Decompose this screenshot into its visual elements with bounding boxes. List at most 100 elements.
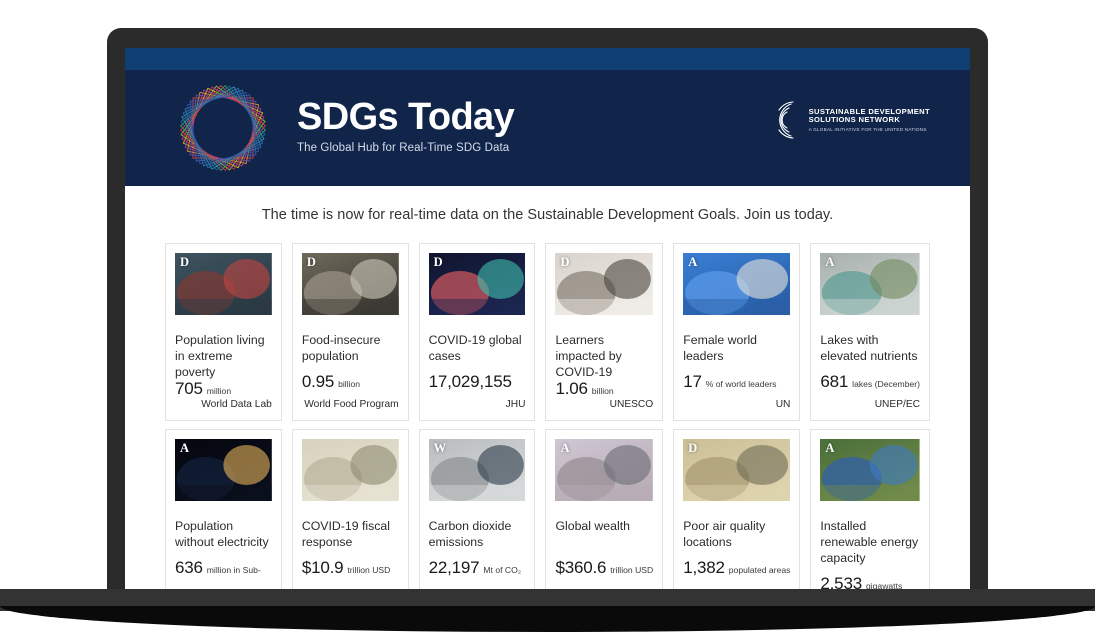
card-title: Learners impacted by COVID-19 [555,333,622,379]
card-title: Global wealth [555,519,630,533]
card-value: 22,197 [428,558,480,577]
stat-card[interactable]: A Population without electricity 636 mil… [165,429,282,590]
stat-card[interactable]: D COVID-19 global cases 17,029,155 JHU [418,243,536,421]
card-value: 0.95 [301,372,335,391]
card-value: 2,533 [820,573,862,590]
card-unit: billion [591,386,614,396]
card-category-badge: A [560,441,570,455]
stat-card-grid: D Population living in extreme poverty 7… [165,243,930,590]
card-value: 1.06 [555,379,588,398]
card-value-row: 17,029,155 [429,372,526,392]
card-value-row: 705 million [175,379,272,399]
card-title: COVID-19 fiscal response [301,519,390,549]
card-source: UNEP/EC [874,399,920,410]
card-thumbnail: D [683,439,791,501]
site-navbar[interactable] [125,48,970,70]
card-thumbnail: W [428,439,526,501]
stat-card[interactable]: A Female world leaders 17 % of world lea… [673,243,801,421]
card-title: Carbon dioxide emissions [428,519,512,549]
card-category-badge: D [560,255,570,269]
card-value: 17,029,155 [428,372,512,391]
sdsn-tagline: A GLOBAL INITIATIVE FOR THE UNITED NATIO… [808,127,927,133]
card-source: World Food Program [304,399,399,410]
card-unit: % of world leaders [705,379,777,389]
card-category-badge: A [825,255,835,269]
card-thumbnail: D [555,253,654,315]
card-category-badge: W [433,441,447,455]
card-unit: populated areas [728,565,791,575]
card-title: Population living in extreme poverty [175,333,265,379]
card-unit: trillion USD [610,565,654,575]
card-value-row: 17 % of world leaders [683,372,790,392]
stat-card[interactable]: D Population living in extreme poverty 7… [165,243,282,421]
card-title: Food-insecure population [301,333,381,363]
stat-card[interactable]: D Food-insecure population 0.95 billion … [291,243,409,421]
sdgs-today-logo-icon[interactable] [171,80,275,176]
card-title: Installed renewable energy capacity [820,519,919,565]
stat-card[interactable]: D Poor air quality locations 1,382 popul… [673,429,801,590]
page-tagline: The time is now for real-time data on th… [261,207,834,223]
card-title: Population without electricity [175,519,269,549]
card-value-row: $10.9 trillion USD [302,558,399,578]
stat-card[interactable]: COVID-19 fiscal response $10.9 trillion … [291,429,409,590]
stat-card[interactable]: W Carbon dioxide emissions 22,197 Mt of … [418,429,536,590]
sdsn-arcs-icon [778,101,794,139]
card-unit: Mt of CO₂ [483,565,522,575]
card-value: $10.9 [301,558,344,577]
site-title: SDGs Today [297,96,515,139]
card-title: Female world leaders [683,333,758,363]
card-value: 17 [683,372,702,391]
card-unit: trillion USD [347,565,391,575]
laptop-frame: SDGs Today The Global Hub for Real-Time … [107,28,988,590]
card-thumbnail: A [683,253,791,315]
site-header: SDGs Today The Global Hub for Real-Time … [125,70,970,186]
card-unit: lakes (December) [852,379,920,389]
card-thumbnail [301,439,399,501]
card-value-row: 1,382 populated areas [683,558,790,578]
card-category-badge: D [433,255,443,269]
card-category-badge: D [306,255,316,269]
card-title: Poor air quality locations [683,519,766,549]
card-thumbnail: A [175,439,272,501]
card-thumbnail: D [301,253,399,315]
card-category-badge: A [180,441,190,455]
card-unit: billion [338,379,361,389]
card-source: JHU [505,399,526,410]
card-unit: million [206,386,232,396]
stat-card[interactable]: A Lakes with elevated nutrients 681 lake… [810,243,930,421]
site-subtitle: The Global Hub for Real-Time SDG Data [297,141,510,154]
card-unit: million in Sub- [206,565,261,575]
card-thumbnail: A [555,439,654,501]
sdsn-line-2: SOLUTIONS NETWORK [808,115,901,125]
card-value-row: $360.6 trillion USD [555,558,653,578]
card-category-badge: D [180,255,190,269]
card-source: UN [775,399,791,410]
card-value: $360.6 [555,558,607,577]
page-body: The time is now for real-time data on th… [125,186,970,590]
card-category-badge: D [688,441,698,455]
card-thumbnail: D [428,253,526,315]
card-category-badge: A [825,441,835,455]
card-value-row: 2,533 gigawatts [820,574,920,590]
card-value-row: 22,197 Mt of CO₂ [429,558,526,578]
stat-card[interactable]: A Global wealth $360.6 trillion USD [545,429,664,590]
laptop-foot [0,606,1095,632]
card-value: 681 [820,372,849,391]
card-value: 636 [175,558,203,577]
sdsn-logo[interactable]: SUSTAINABLE DEVELOPMENT SOLUTIONS NETWOR… [769,100,930,140]
card-value-row: 0.95 billion [302,372,399,392]
card-thumbnail: A [820,253,920,315]
sdsn-wordmark: SUSTAINABLE DEVELOPMENT SOLUTIONS NETWOR… [808,107,930,133]
brand-text-block: SDGs Today The Global Hub for Real-Time … [297,96,515,158]
stat-card[interactable]: A Installed renewable energy capacity 2,… [810,429,930,590]
card-thumbnail: A [820,439,920,501]
stat-card[interactable]: D Learners impacted by COVID-19 1.06 bil… [545,243,664,421]
card-value-row: 1.06 billion [555,379,653,399]
card-title: Lakes with elevated nutrients [820,333,918,363]
card-value: 1,382 [683,558,725,577]
card-category-badge: A [688,255,698,269]
card-value-row: 681 lakes (December) [820,372,920,392]
card-value-row: 636 million in Sub- [175,558,272,578]
laptop-screen: SDGs Today The Global Hub for Real-Time … [125,48,970,590]
card-source: World Data Lab [201,399,272,410]
